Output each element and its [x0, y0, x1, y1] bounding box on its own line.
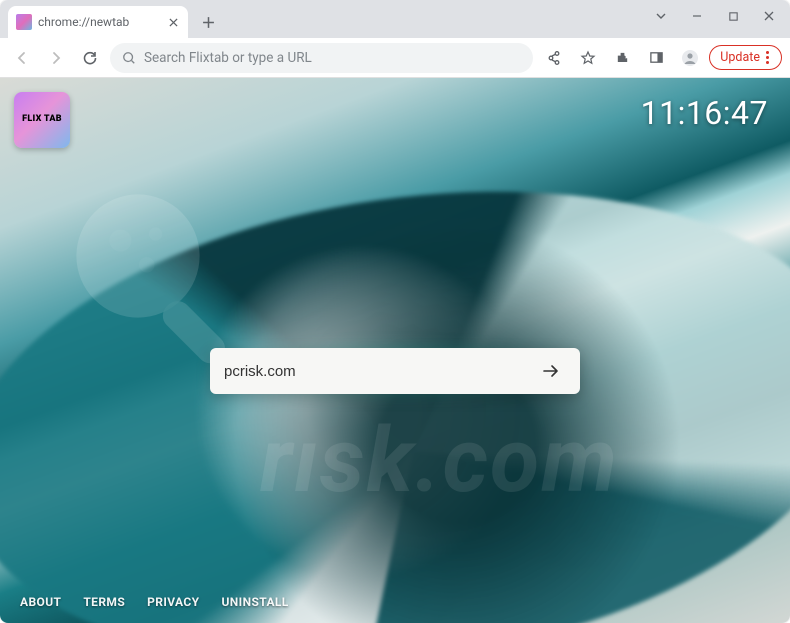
extensions-puzzle-icon[interactable]	[607, 43, 637, 73]
watermark-text: rısk.com	[260, 408, 619, 513]
arrow-right-icon	[542, 364, 560, 378]
kebab-menu-icon	[766, 51, 769, 64]
share-icon[interactable]	[539, 43, 569, 73]
reload-button[interactable]	[76, 44, 104, 72]
update-button-label: Update	[720, 50, 760, 65]
newtab-search-input[interactable]	[224, 363, 536, 380]
tab-search-dropdown-icon[interactable]	[646, 4, 676, 28]
maximize-window-icon[interactable]	[718, 4, 748, 28]
footer-link-terms[interactable]: TERMS	[83, 595, 125, 609]
newtab-page: rısk.com FLIX TAB 11:16:47 ABOUT TERMS P…	[0, 78, 790, 623]
minimize-window-icon[interactable]	[682, 4, 712, 28]
back-button[interactable]	[8, 44, 36, 72]
search-icon	[122, 51, 136, 65]
side-panel-icon[interactable]	[641, 43, 671, 73]
footer-link-privacy[interactable]: PRIVACY	[147, 595, 199, 609]
tab-title: chrome://newtab	[38, 15, 160, 29]
forward-button[interactable]	[42, 44, 70, 72]
footer-nav: ABOUT TERMS PRIVACY UNINSTALL	[20, 595, 289, 609]
close-window-icon[interactable]	[754, 4, 784, 28]
clock-display: 11:16:47	[641, 94, 768, 132]
newtab-search-submit[interactable]	[536, 356, 566, 386]
address-bar-placeholder: Search Flixtab or type a URL	[144, 50, 312, 66]
browser-toolbar: Search Flixtab or type a URL Update	[0, 38, 790, 78]
profile-avatar-icon[interactable]	[675, 43, 705, 73]
window-title-bar: chrome://newtab	[0, 0, 790, 38]
flixtab-logo[interactable]: FLIX TAB	[14, 92, 70, 148]
new-tab-button[interactable]	[194, 8, 222, 36]
footer-link-about[interactable]: ABOUT	[20, 595, 61, 609]
close-tab-icon[interactable]	[166, 15, 180, 29]
address-bar[interactable]: Search Flixtab or type a URL	[110, 43, 533, 73]
bookmark-star-icon[interactable]	[573, 43, 603, 73]
update-button[interactable]: Update	[709, 45, 782, 70]
newtab-search-box	[210, 348, 580, 394]
footer-link-uninstall[interactable]: UNINSTALL	[222, 595, 289, 609]
browser-tab[interactable]: chrome://newtab	[8, 6, 188, 38]
tab-favicon	[16, 14, 32, 30]
flixtab-logo-text: FLIX TAB	[22, 115, 62, 124]
